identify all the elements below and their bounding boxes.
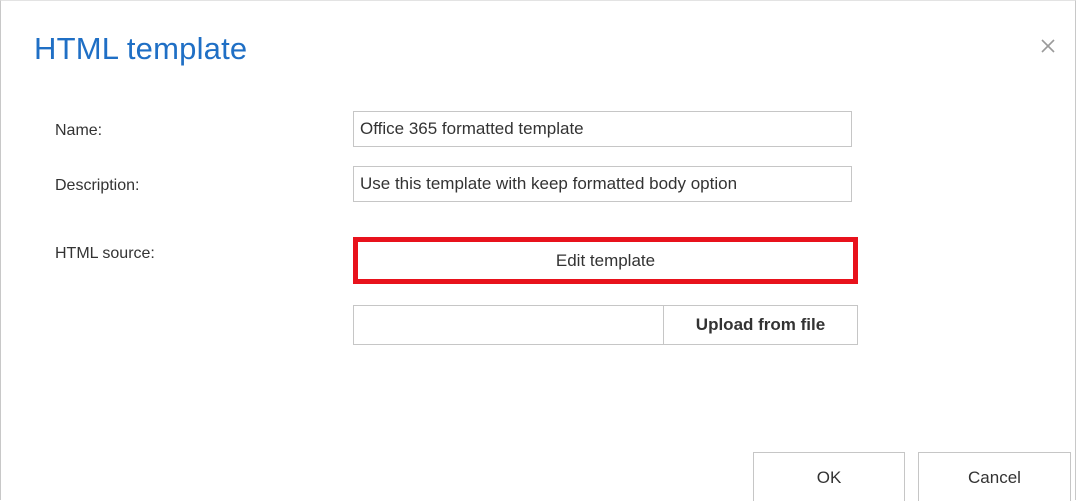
upload-path-field[interactable] (354, 306, 664, 344)
html-source-label: HTML source: (55, 245, 155, 262)
name-label: Name: (55, 122, 103, 139)
html-template-dialog: HTML template Name: Description: HTML so… (0, 0, 1076, 501)
edit-template-label: Edit template (555, 250, 656, 270)
cancel-button[interactable]: Cancel (918, 452, 1071, 501)
close-icon[interactable] (1037, 35, 1059, 57)
ok-button[interactable]: OK (753, 452, 905, 501)
description-label: Description: (55, 177, 140, 194)
upload-group: Upload from file (353, 305, 858, 345)
name-field[interactable] (353, 111, 852, 147)
upload-from-file-button[interactable]: Upload from file (664, 306, 857, 344)
dialog-title: HTML template (34, 31, 248, 66)
edit-template-button[interactable]: Edit template (353, 237, 858, 284)
description-field[interactable] (353, 166, 852, 202)
